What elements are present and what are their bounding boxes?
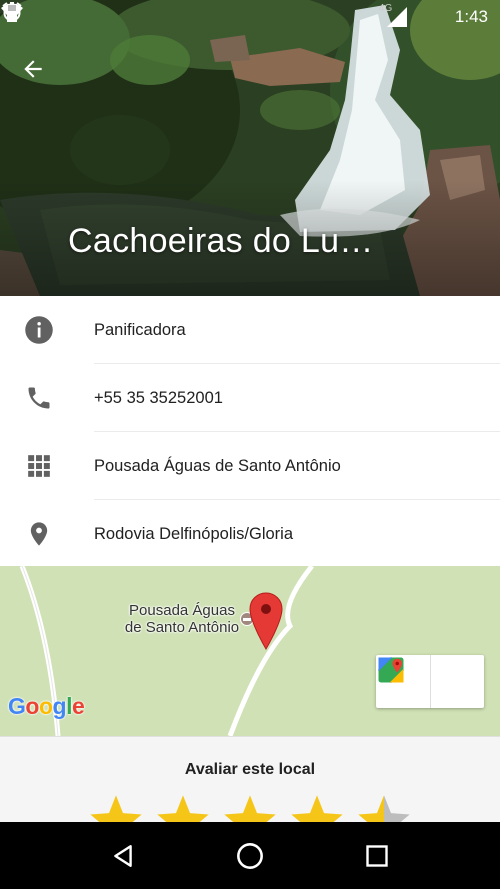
- info-row-nearby[interactable]: Pousada Águas de Santo Antônio: [0, 432, 500, 500]
- google-logo: Google: [8, 693, 85, 719]
- system-navigation-bar: [0, 822, 500, 889]
- rating-title: Avaliar este local: [184, 761, 316, 778]
- address-text: Rodovia Delfinópolis/Gloria: [94, 524, 294, 543]
- wifi-icon: [1, 3, 375, 29]
- map-place-label: Pousada Águas de Santo Antônio: [124, 602, 240, 636]
- header-image: 4G 1:43 Cachoeiras do Lu…: [0, 0, 500, 296]
- map-pin-icon[interactable]: [249, 592, 283, 650]
- phone-icon: [24, 383, 54, 413]
- location-pin-icon: [24, 519, 54, 549]
- open-in-maps-button[interactable]: [378, 655, 485, 708]
- battery-icon: [7, 2, 443, 29]
- recents-nav-icon: [365, 844, 388, 867]
- status-bar: 4G 1:43: [0, 0, 500, 34]
- signal-icon: 4G: [379, 3, 409, 29]
- rating-section: Avaliar este local: [0, 736, 500, 846]
- nearby-place-text: Pousada Águas de Santo Antônio: [94, 456, 341, 475]
- network-label: 4G: [378, 3, 393, 14]
- nav-back-button[interactable]: [103, 836, 143, 876]
- back-nav-icon: [114, 844, 133, 867]
- grid-icon: [24, 451, 54, 481]
- info-row-address[interactable]: Rodovia Delfinópolis/Gloria: [0, 500, 500, 568]
- google-maps-icon: [378, 657, 404, 683]
- info-row-category[interactable]: Panificadora: [0, 296, 500, 364]
- nav-home-button[interactable]: [230, 836, 270, 876]
- map-action-buttons: [376, 655, 484, 708]
- map-view[interactable]: Pousada Águas de Santo Antônio Google: [0, 566, 500, 736]
- nav-recents-button[interactable]: [357, 836, 397, 876]
- category-text: Panificadora: [94, 320, 186, 339]
- back-button[interactable]: [20, 56, 56, 92]
- phone-text: +55 35 35252001: [94, 388, 223, 407]
- place-title: Cachoeiras do Lu…: [68, 222, 374, 260]
- alarm-icon: [2, 2, 341, 29]
- info-row-phone[interactable]: +55 35 35252001: [0, 364, 500, 432]
- home-nav-icon: [237, 842, 263, 869]
- place-info-list: Panificadora +55 35 35252001 Pousada Águ…: [0, 296, 500, 568]
- arrow-back-icon: [24, 60, 42, 78]
- clock: 1:43: [454, 7, 488, 26]
- info-icon: [24, 315, 54, 345]
